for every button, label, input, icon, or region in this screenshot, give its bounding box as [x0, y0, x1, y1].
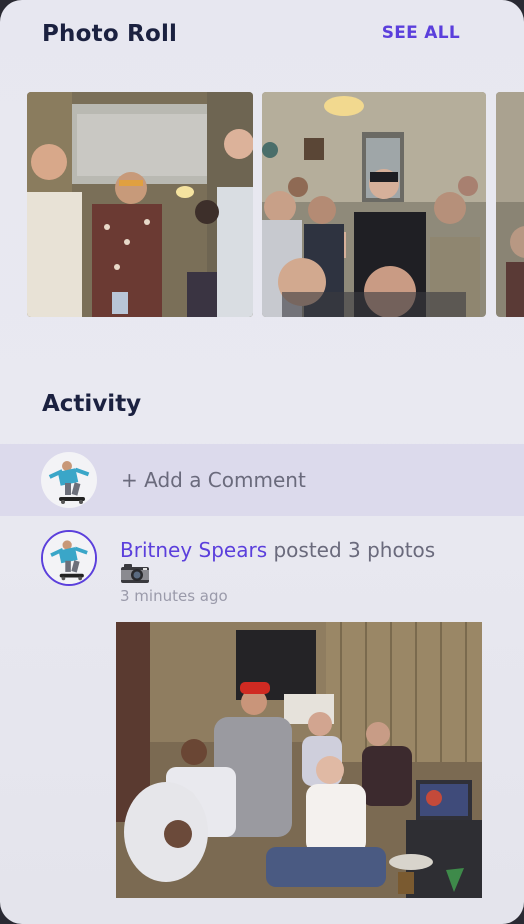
post-headline: Britney Spears posted 3 photos: [120, 536, 435, 564]
camera-icon: [120, 562, 150, 584]
add-comment-row[interactable]: + Add a Comment: [0, 444, 524, 516]
post-author-avatar[interactable]: [41, 530, 97, 586]
photo-thumbnail[interactable]: [262, 92, 486, 317]
activity-card: Photo Roll SEE ALL Activity + Add a Comm…: [0, 0, 524, 924]
post-author-name[interactable]: Britney Spears: [120, 538, 267, 562]
post-action-text: posted 3 photos: [267, 538, 436, 562]
activity-title: Activity: [42, 391, 142, 417]
avatar: [41, 452, 97, 508]
photo-thumbnail[interactable]: [496, 92, 524, 317]
photo-thumbnail[interactable]: [27, 92, 253, 317]
post-timestamp: 3 minutes ago: [120, 587, 228, 605]
photo-roll-strip[interactable]: [27, 92, 524, 318]
post-photo[interactable]: [116, 622, 482, 898]
add-comment-input[interactable]: + Add a Comment: [121, 466, 306, 494]
see-all-link[interactable]: SEE ALL: [382, 20, 460, 46]
photo-roll-title: Photo Roll: [42, 21, 178, 47]
